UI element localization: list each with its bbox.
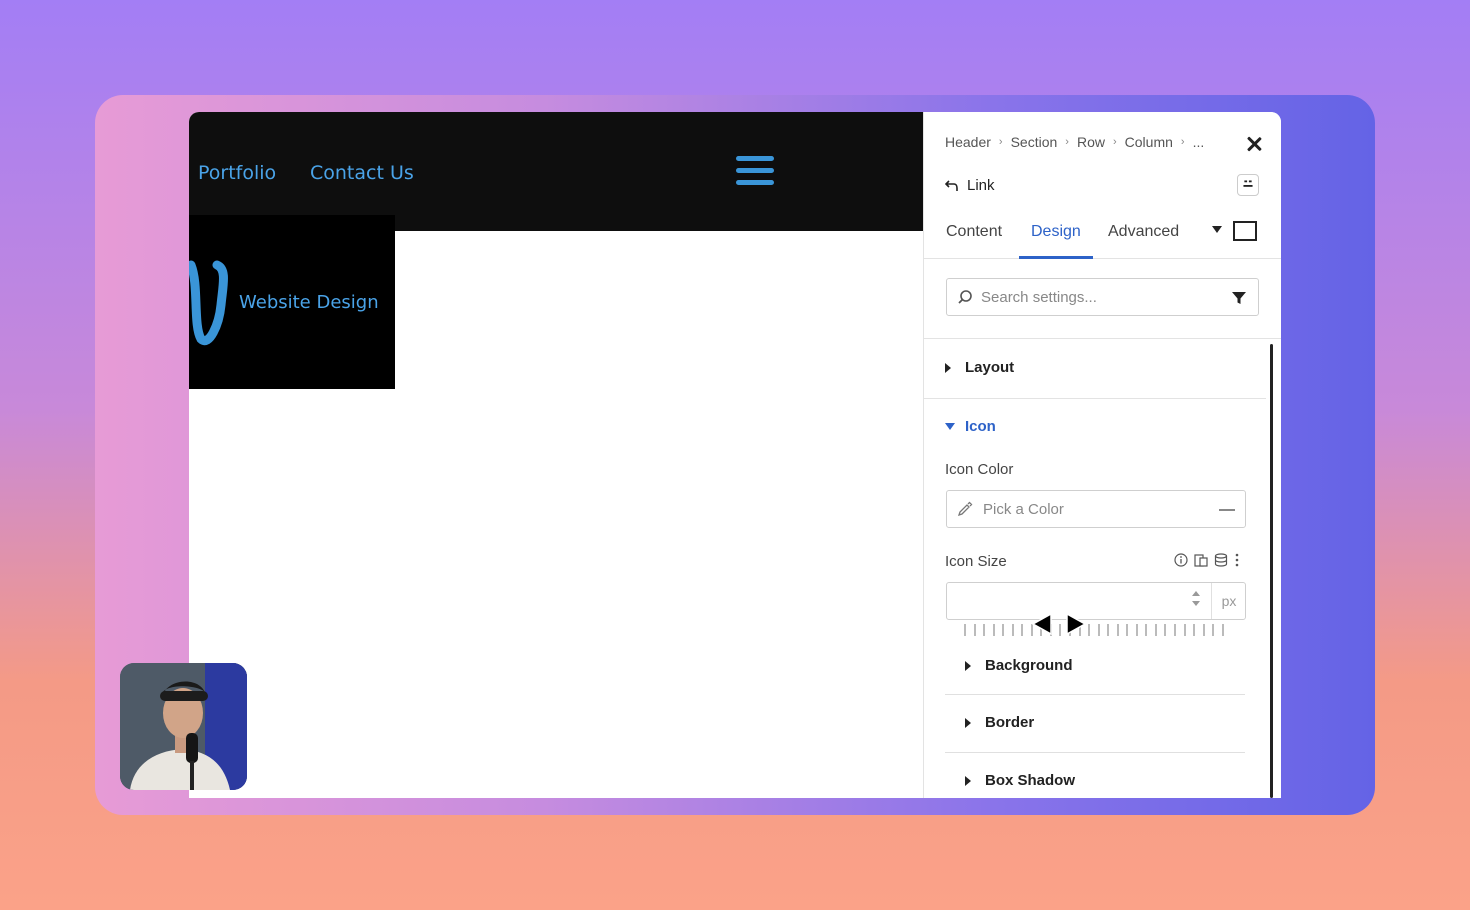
caret-down-icon [945, 423, 955, 430]
number-stepper[interactable] [1191, 589, 1201, 615]
breadcrumb-item-header[interactable]: Header [945, 134, 991, 150]
element-title: Link [945, 177, 995, 194]
breadcrumb-item-row[interactable]: Row [1077, 134, 1105, 150]
nav-link-contact-us[interactable]: Contact Us [310, 162, 414, 184]
panel-scrollbar[interactable] [1270, 344, 1273, 798]
icon-color-picker[interactable]: Pick a Color [946, 490, 1246, 528]
chevron-right-icon: › [1112, 136, 1117, 148]
border-label: Border [985, 714, 1035, 731]
section-icon[interactable]: Icon [945, 418, 996, 435]
subsection-border[interactable]: Border [965, 714, 1034, 731]
icon-size-slider[interactable] [964, 624, 1224, 636]
info-icon[interactable] [1174, 553, 1188, 567]
eyedropper-icon[interactable] [957, 501, 973, 517]
hamburger-menu-icon[interactable] [736, 156, 774, 190]
divider [924, 398, 1266, 399]
clear-color-icon[interactable] [1219, 509, 1235, 511]
caret-right-icon [965, 775, 971, 786]
presenter-video-icon [120, 663, 247, 790]
tab-content[interactable]: Content [946, 222, 1002, 259]
section-layout-label: Layout [965, 359, 1015, 376]
caret-down-icon[interactable] [1212, 226, 1222, 233]
search-icon [958, 290, 972, 304]
tab-design[interactable]: Design [1019, 222, 1093, 259]
site-header[interactable]: Portfolio Contact Us [189, 112, 923, 231]
subsection-background[interactable]: Background [965, 657, 1073, 674]
subsection-box-shadow[interactable]: Box Shadow [965, 772, 1075, 789]
responsive-device-icon[interactable] [1194, 553, 1208, 567]
box-shadow-label: Box Shadow [985, 772, 1076, 789]
more-vertical-icon[interactable] [1234, 553, 1240, 567]
desktop-device-icon[interactable] [1233, 221, 1257, 241]
close-icon[interactable] [1244, 134, 1264, 154]
breadcrumb: Header › Section › Row › Column › ... [945, 134, 1204, 150]
database-icon[interactable] [1214, 553, 1228, 567]
nav-link-portfolio[interactable]: Portfolio [198, 162, 276, 184]
icon-size-field: px [946, 582, 1246, 620]
icon-size-actions [1174, 553, 1240, 567]
element-name: Link [967, 177, 995, 194]
settings-panel: Header › Section › Row › Column › ... Li… [923, 112, 1281, 798]
logo-text: Website Design [239, 292, 379, 313]
caret-right-icon [945, 362, 951, 373]
tab-advanced[interactable]: Advanced [1108, 222, 1179, 259]
icon-size-label: Icon Size [945, 553, 1007, 570]
panel-tabs: Content Design Advanced [924, 212, 1281, 259]
webcam-overlay [120, 663, 247, 790]
breadcrumb-item-column[interactable]: Column [1125, 134, 1173, 150]
logo-mark-icon [189, 260, 228, 346]
back-arrow-icon[interactable] [945, 179, 959, 193]
chevron-right-icon: › [998, 136, 1003, 148]
search-input[interactable] [981, 288, 1221, 306]
chevron-right-icon: › [1180, 136, 1185, 148]
color-placeholder: Pick a Color [983, 500, 1064, 518]
unit-selector[interactable]: px [1211, 583, 1246, 619]
stepper-down-icon[interactable] [1192, 601, 1200, 606]
panel-layout-toggle-icon[interactable] [1237, 174, 1259, 196]
caret-right-icon [965, 717, 971, 728]
section-layout[interactable]: Layout [945, 359, 1014, 376]
breadcrumb-item-section[interactable]: Section [1011, 134, 1058, 150]
divider [945, 752, 1245, 753]
builder-window: Portfolio Contact Us Website Design Head… [189, 112, 1281, 798]
section-icon-label: Icon [965, 418, 996, 435]
divider [924, 338, 1281, 339]
site-logo[interactable]: Website Design [189, 215, 395, 389]
divider [945, 694, 1245, 695]
stepper-up-icon[interactable] [1192, 591, 1200, 596]
caret-right-icon [965, 660, 971, 671]
filter-icon[interactable] [1232, 291, 1246, 305]
icon-color-label: Icon Color [945, 461, 1014, 478]
breadcrumb-item-more[interactable]: ... [1193, 134, 1205, 150]
resize-cursor-icon [1031, 612, 1087, 636]
search-settings-box [946, 278, 1259, 316]
site-canvas[interactable]: Portfolio Contact Us Website Design [189, 112, 923, 798]
background-label: Background [985, 657, 1073, 674]
chevron-right-icon: › [1065, 136, 1069, 148]
